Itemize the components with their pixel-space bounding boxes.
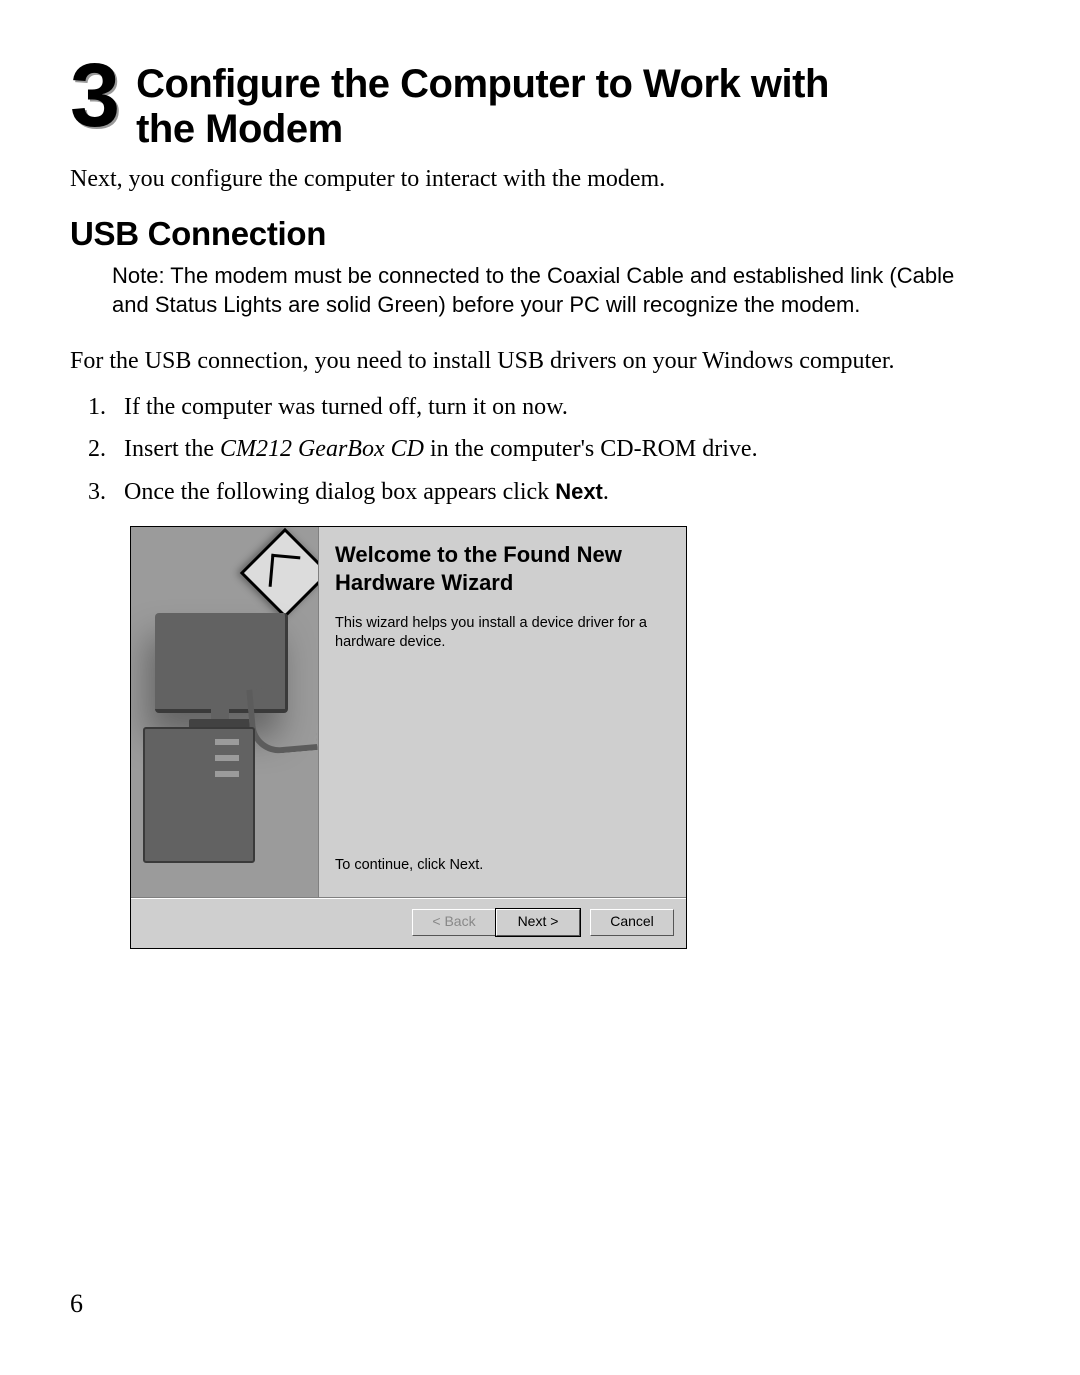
back-button: < Back <box>412 909 496 936</box>
step-2-italic: CM212 GearBox CD <box>220 436 424 462</box>
usb-paragraph: For the USB connection, you need to inst… <box>70 348 1010 375</box>
wizard-title-line1: Welcome to the Found New <box>335 542 622 567</box>
page-number: 6 <box>70 1289 83 1319</box>
next-button[interactable]: Next > <box>496 909 580 936</box>
cable-illustration <box>246 684 318 756</box>
back-next-button-group: < Back Next > <box>412 909 580 936</box>
section-header: 3 Configure the Computer to Work with th… <box>70 62 1010 152</box>
step-1: If the computer was turned off, turn it … <box>112 391 1010 423</box>
section-number: 3 <box>70 56 118 137</box>
wizard-body-text: This wizard helps you install a device d… <box>335 614 670 652</box>
wizard-title: Welcome to the Found New Hardware Wizard <box>335 541 670 596</box>
wizard-body-area: Welcome to the Found New Hardware Wizard… <box>131 527 686 898</box>
section-title: Configure the Computer to Work with the … <box>136 62 829 152</box>
wizard-continue-text: To continue, click Next. <box>335 847 670 873</box>
step-3: Once the following dialog box appears cl… <box>112 476 1010 508</box>
intro-paragraph: Next, you configure the computer to inte… <box>70 166 1010 193</box>
section-title-line1: Configure the Computer to Work with <box>136 62 829 106</box>
note-paragraph: Note: The modem must be connected to the… <box>112 261 992 320</box>
cancel-button[interactable]: Cancel <box>590 909 674 936</box>
section-title-line2: the Modem <box>136 107 343 151</box>
step-2-prefix: Insert the <box>124 436 220 462</box>
wizard-text-panel: Welcome to the Found New Hardware Wizard… <box>319 527 686 897</box>
step-3-prefix: Once the following dialog box appears cl… <box>124 479 555 505</box>
hardware-icon-arrow <box>269 554 301 589</box>
step-2-suffix: in the computer's CD-ROM drive. <box>424 436 758 462</box>
usb-connection-heading: USB Connection <box>70 215 1010 253</box>
steps-list: If the computer was turned off, turn it … <box>112 391 1010 508</box>
pc-tower-illustration <box>143 727 255 863</box>
wizard-graphic-panel <box>131 527 319 897</box>
wizard-title-line2: Hardware Wizard <box>335 570 513 595</box>
found-new-hardware-wizard-dialog: Welcome to the Found New Hardware Wizard… <box>130 526 687 949</box>
wizard-button-row: < Back Next > Cancel <box>131 898 686 948</box>
step-2: Insert the CM212 GearBox CD in the compu… <box>112 433 1010 465</box>
step-3-bold: Next <box>555 479 603 504</box>
step-3-suffix: . <box>603 479 609 505</box>
